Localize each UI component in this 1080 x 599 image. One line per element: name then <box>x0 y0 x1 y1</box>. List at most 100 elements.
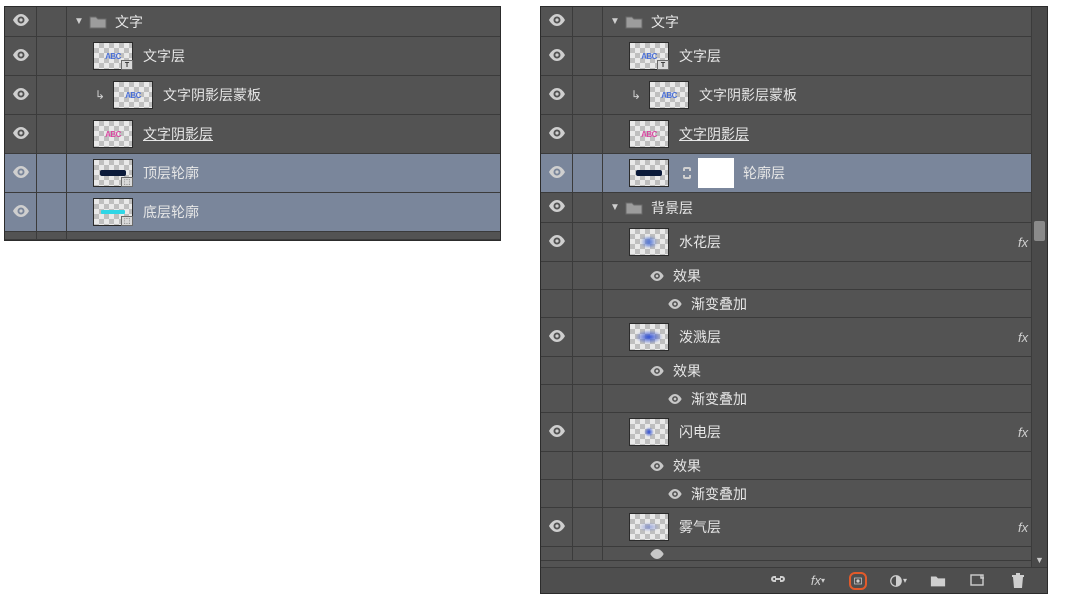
layer-row-selected[interactable]: 底层轮廓 <box>5 193 500 232</box>
layer-name[interactable]: 文字阴影层 <box>679 124 749 144</box>
layer-name[interactable]: 文字阴影层蒙板 <box>163 85 261 105</box>
layer-thumbnail[interactable] <box>629 418 669 446</box>
layer-row[interactable]: ABC 文字层 <box>541 37 1047 76</box>
fx-label: fx <box>1018 520 1028 535</box>
visibility-toggle[interactable] <box>5 115 37 153</box>
new-layer-icon[interactable] <box>969 572 987 590</box>
layer-name[interactable]: 闪电层 <box>679 422 721 442</box>
group-row-text[interactable]: ▼ 文字 <box>5 7 500 37</box>
new-adjustment-layer-icon[interactable]: ▾ <box>889 572 907 590</box>
visibility-toggle[interactable] <box>5 76 37 114</box>
layer-thumbnail[interactable]: ABC <box>649 81 689 109</box>
layer-row-partial[interactable] <box>541 547 1047 561</box>
spacer <box>37 232 67 239</box>
layer-mask-link-icon[interactable] <box>679 159 695 187</box>
vertical-scrollbar[interactable]: ▼ <box>1031 7 1047 567</box>
effect-item-row[interactable]: 渐变叠加 <box>541 480 1047 508</box>
layer-row-selected[interactable]: 轮廓层 <box>541 154 1047 193</box>
visibility-toggle[interactable] <box>5 37 37 75</box>
visibility-toggle[interactable] <box>541 115 573 153</box>
layer-name[interactable]: 泼溅层 <box>679 327 721 347</box>
disclosure-arrow-icon[interactable]: ▼ <box>73 16 85 27</box>
layer-row[interactable]: ABC 文字层 <box>5 37 500 76</box>
effects-header-row[interactable]: 效果 <box>541 357 1047 385</box>
effect-visibility-icon[interactable] <box>649 549 665 559</box>
spacer <box>541 452 573 479</box>
layer-row[interactable]: ABC 文字阴影层 <box>5 115 500 154</box>
layer-name[interactable]: 底层轮廓 <box>143 202 199 222</box>
spacer <box>573 357 603 384</box>
scroll-down-icon[interactable]: ▼ <box>1032 553 1047 567</box>
visibility-toggle[interactable] <box>5 7 37 36</box>
effect-item-row[interactable]: 渐变叠加 <box>541 290 1047 318</box>
effects-header-row[interactable]: 效果 <box>541 262 1047 290</box>
layer-name[interactable]: 雾气层 <box>679 517 721 537</box>
layer-thumbnail[interactable] <box>629 228 669 256</box>
disclosure-arrow-icon[interactable]: ▼ <box>609 202 621 213</box>
visibility-toggle[interactable] <box>5 193 37 231</box>
layer-row[interactable]: ↳ ABC 文字阴影层蒙板 <box>541 76 1047 115</box>
layer-row[interactable]: ABC 文字阴影层 <box>541 115 1047 154</box>
layer-name[interactable]: 顶层轮廓 <box>143 163 199 183</box>
layer-row[interactable]: 闪电层 fx▲ <box>541 413 1047 452</box>
layer-name[interactable]: 文字层 <box>679 46 721 66</box>
visibility-toggle[interactable] <box>541 7 573 36</box>
layer-row[interactable]: 雾气层 fx▲ <box>541 508 1047 547</box>
layer-name[interactable]: 文字阴影层 <box>143 124 213 144</box>
layer-thumbnail[interactable] <box>629 513 669 541</box>
visibility-toggle[interactable] <box>541 154 573 192</box>
layer-thumbnail[interactable]: ABC <box>113 81 153 109</box>
layer-name[interactable]: 水花层 <box>679 232 721 252</box>
effect-visibility-icon[interactable] <box>667 299 683 309</box>
layer-thumbnail[interactable] <box>629 159 669 187</box>
visibility-toggle[interactable] <box>541 223 573 261</box>
layer-row-selected[interactable]: 顶层轮廓 <box>5 154 500 193</box>
effect-item-row[interactable]: 渐变叠加 <box>541 385 1047 413</box>
visibility-toggle[interactable] <box>541 193 573 222</box>
visibility-toggle[interactable] <box>541 508 573 546</box>
layer-thumbnail[interactable] <box>629 323 669 351</box>
effect-visibility-icon[interactable] <box>667 394 683 404</box>
effect-visibility-icon[interactable] <box>667 489 683 499</box>
effect-name[interactable]: 渐变叠加 <box>691 389 747 409</box>
effects-header-row[interactable]: 效果 <box>541 452 1047 480</box>
delete-layer-icon[interactable] <box>1009 572 1027 590</box>
layer-row[interactable]: ↳ ABC 文字阴影层蒙板 <box>5 76 500 115</box>
effect-name[interactable]: 渐变叠加 <box>691 294 747 314</box>
layer-thumbnail[interactable]: ABC <box>93 42 133 70</box>
layer-thumbnail[interactable]: ABC <box>629 42 669 70</box>
layer-name[interactable]: 文字阴影层蒙板 <box>699 85 797 105</box>
group-name[interactable]: 文字 <box>651 12 679 32</box>
visibility-toggle[interactable] <box>541 76 573 114</box>
layer-row[interactable]: 泼溅层 fx▲ <box>541 318 1047 357</box>
scrollbar-thumb[interactable] <box>1034 221 1045 241</box>
group-name[interactable]: 文字 <box>115 12 143 32</box>
layer-name[interactable]: 文字层 <box>143 46 185 66</box>
visibility-toggle[interactable] <box>541 413 573 451</box>
lock-slot <box>573 154 603 192</box>
eye-icon <box>13 205 29 220</box>
group-row-background[interactable]: ▼ 背景层 <box>541 193 1047 223</box>
effect-visibility-icon[interactable] <box>649 366 665 376</box>
effect-visibility-icon[interactable] <box>649 461 665 471</box>
new-group-icon[interactable] <box>929 572 947 590</box>
visibility-toggle[interactable] <box>5 154 37 192</box>
effect-name[interactable]: 渐变叠加 <box>691 484 747 504</box>
visibility-toggle[interactable] <box>541 318 573 356</box>
add-layer-style-icon[interactable]: fx▾ <box>809 572 827 590</box>
link-layers-icon[interactable] <box>769 572 787 590</box>
layer-mask-thumbnail[interactable] <box>699 159 733 187</box>
layer-row[interactable]: 水花层 fx▲ <box>541 223 1047 262</box>
layer-thumbnail[interactable] <box>93 198 133 226</box>
group-row-text[interactable]: ▼ 文字 <box>541 7 1047 37</box>
group-name[interactable]: 背景层 <box>651 198 693 218</box>
layer-thumbnail[interactable]: ABC <box>93 120 133 148</box>
add-layer-mask-icon[interactable] <box>849 572 867 590</box>
smart-object-badge-icon <box>121 216 133 226</box>
layer-name[interactable]: 轮廓层 <box>743 163 785 183</box>
effect-visibility-icon[interactable] <box>649 271 665 281</box>
disclosure-arrow-icon[interactable]: ▼ <box>609 16 621 27</box>
layer-thumbnail[interactable] <box>93 159 133 187</box>
visibility-toggle[interactable] <box>541 37 573 75</box>
layer-thumbnail[interactable]: ABC <box>629 120 669 148</box>
